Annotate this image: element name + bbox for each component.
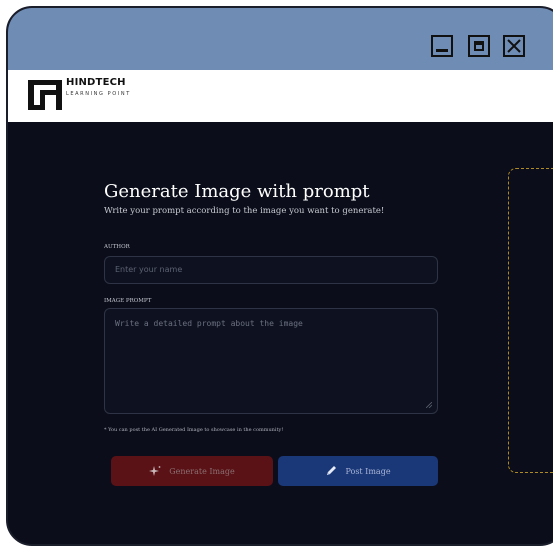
pencil-icon — [327, 466, 337, 475]
image-prompt-textarea[interactable]: Write a detailed prompt about the image — [104, 308, 438, 414]
page-subtitle: Write your prompt according to the image… — [104, 206, 385, 216]
author-label: AUTHOR — [104, 244, 130, 250]
resize-handle-icon[interactable] — [426, 402, 432, 408]
minimize-button[interactable] — [431, 35, 453, 57]
window-titlebar — [8, 8, 553, 70]
hindtech-logo-icon[interactable] — [26, 76, 64, 114]
sparkle-icon — [149, 466, 161, 476]
image-prompt-label: IMAGE PROMPT — [104, 298, 152, 304]
maximize-button[interactable] — [468, 35, 490, 57]
page-title: Generate Image with prompt — [104, 181, 370, 202]
showcase-note: * You can post the AI Generated Image to… — [104, 427, 284, 433]
generate-image-label: Generate Image — [169, 466, 235, 476]
author-input[interactable]: Enter your name — [104, 256, 438, 284]
post-image-label: Post Image — [345, 466, 391, 476]
close-icon — [507, 39, 521, 53]
brand-name: HINDTECH — [66, 77, 126, 88]
close-button[interactable] — [503, 35, 525, 57]
site-header: HINDTECH LEARNING POINT — [8, 70, 553, 122]
image-preview-area — [508, 168, 553, 473]
brand-tagline: LEARNING POINT — [66, 91, 131, 97]
generate-image-button[interactable]: Generate Image — [111, 456, 273, 486]
post-image-button[interactable]: Post Image — [278, 456, 438, 486]
image-prompt-placeholder: Write a detailed prompt about the image — [115, 319, 303, 328]
app-window: HINDTECH LEARNING POINT Generate Image w… — [6, 6, 553, 546]
